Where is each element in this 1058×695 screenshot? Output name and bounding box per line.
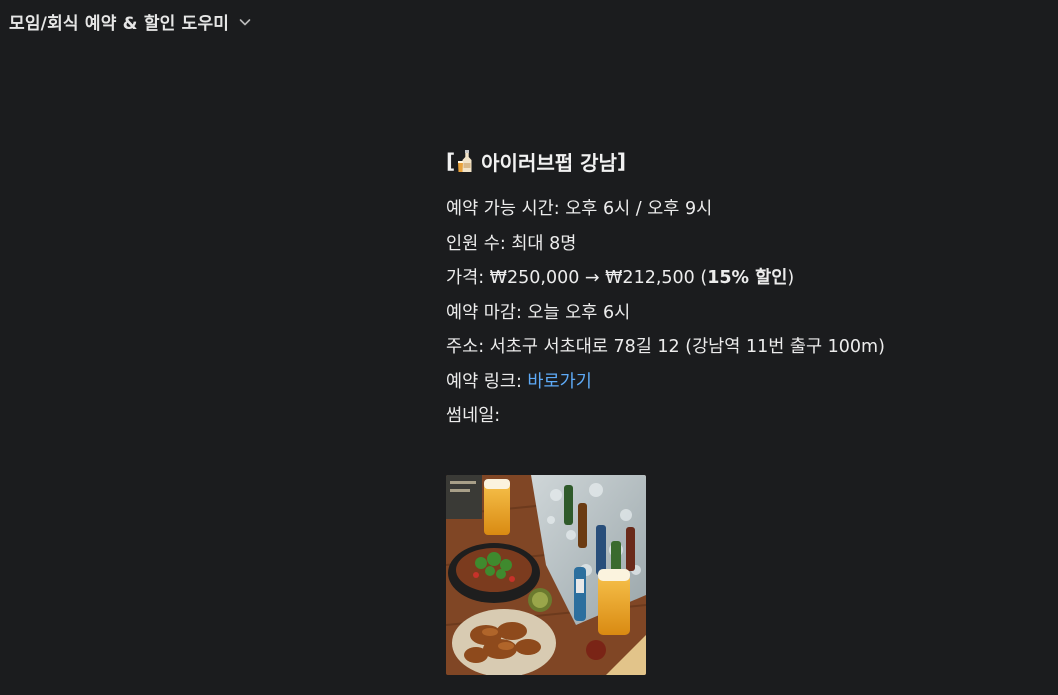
- time-row: 예약 가능 시간: 오후 6시 / 오후 9시: [446, 192, 1036, 227]
- address-label: 주소:: [446, 337, 490, 357]
- food-beer-photo: [446, 475, 646, 675]
- thumbnail-label: 썸네일:: [446, 406, 501, 426]
- address-value: 서초구 서초대로 78길 12 (강남역 11번 출구 100m): [489, 337, 885, 357]
- bracket-open: [: [446, 149, 456, 173]
- reservation-link[interactable]: 바로가기: [527, 372, 591, 392]
- deadline-label: 예약 마감:: [446, 302, 528, 323]
- venue-card: [ 아이러브펍 강남 ] 예약 가능 시간: 오후 6시 / 오후 9시 인원 …: [446, 144, 1036, 434]
- bracket-close: ]: [616, 149, 627, 173]
- people-value: 최대 8명: [511, 233, 577, 254]
- time-label: 예약 가능 시간:: [446, 199, 566, 219]
- chevron-down-icon: [239, 19, 251, 26]
- price-close: ): [787, 268, 795, 288]
- venue-thumbnail-image[interactable]: [446, 475, 646, 675]
- deadline-row: 예약 마감: 오늘 오후 6시: [446, 296, 1036, 331]
- deadline-value: 오늘 오후 6시: [527, 302, 631, 323]
- price-row: 가격: ₩250,000 → ₩212,500 (15% 할인): [446, 261, 1036, 296]
- price-label: 가격:: [446, 268, 490, 288]
- thumbnail-row: 썸네일:: [446, 399, 1036, 434]
- link-row: 예약 링크: 바로가기: [446, 365, 1036, 400]
- venue-name: 아이러브펍 강남: [481, 150, 617, 175]
- link-label: 예약 링크:: [446, 371, 528, 392]
- discount-badge: 15% 할인: [707, 268, 788, 288]
- address-row: 주소: 서초구 서초대로 78길 12 (강남역 11번 출구 100m): [446, 330, 1036, 365]
- time-value: 오후 6시 / 오후 9시: [565, 199, 713, 219]
- beer-bottle-glass-icon: [458, 150, 472, 172]
- app-title: 모임/회식 예약 & 할인 도우미: [9, 13, 230, 34]
- price-value: ₩250,000 → ₩212,500 (: [489, 268, 708, 288]
- people-row: 인원 수: 최대 8명: [446, 227, 1036, 262]
- venue-heading: [ 아이러브펍 강남 ]: [446, 144, 1036, 178]
- people-label: 인원 수:: [446, 233, 512, 254]
- app-title-dropdown[interactable]: 모임/회식 예약 & 할인 도우미: [9, 8, 253, 34]
